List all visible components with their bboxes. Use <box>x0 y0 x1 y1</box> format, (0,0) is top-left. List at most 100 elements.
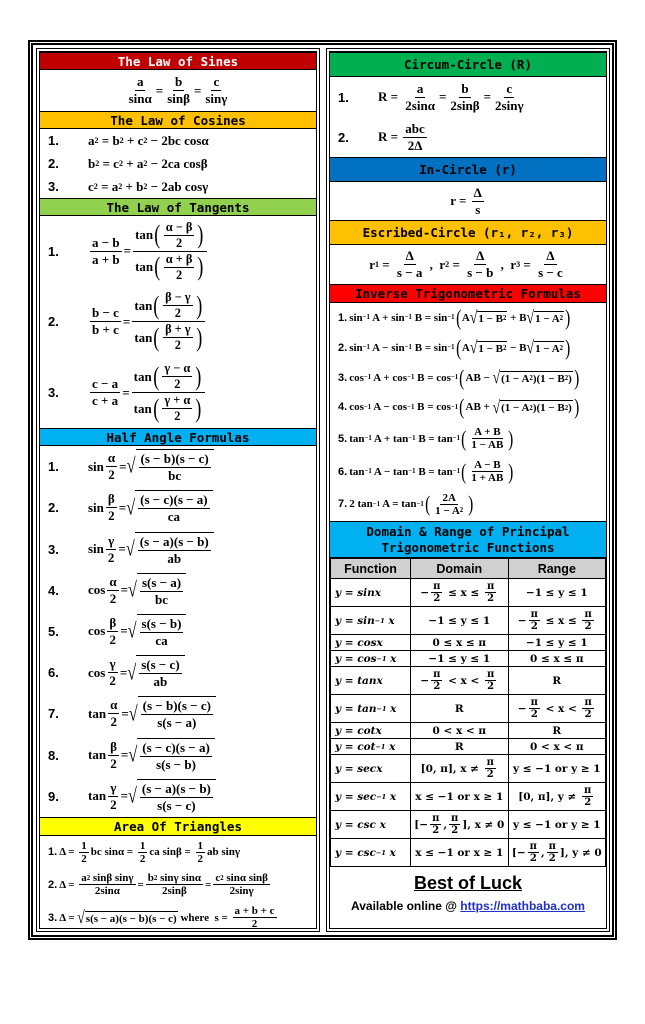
formula-number: 3. <box>48 911 58 924</box>
numerator: a2 sinβ sinγ <box>79 872 136 886</box>
range-cell: R <box>507 722 607 739</box>
math-text: A + tan <box>371 432 409 445</box>
math-text: A − cos <box>371 401 408 414</box>
math-text: Δ <box>473 184 482 200</box>
numerator: π <box>546 841 558 853</box>
math-text: s − c <box>538 265 563 280</box>
denominator: 2 <box>106 550 117 566</box>
law-of-tangents-body: 1. a − ba + b = tan(α − β 2) tan(α + β 2) 2. b −… <box>40 216 316 428</box>
formula-number: 6. <box>338 465 348 478</box>
math-text: tan <box>134 329 153 345</box>
superscript: 2 <box>559 315 564 323</box>
numerator: c <box>504 81 515 98</box>
mathbaba-link[interactable]: https://mathbaba.com <box>460 899 585 913</box>
math-text: ca <box>167 509 181 525</box>
math-group: 1 − B2 <box>478 313 506 325</box>
open-paren: ( <box>424 491 431 517</box>
math-text: 0 < x < π <box>530 740 584 753</box>
table-row: y = tan −1 x R − π 2 < x < π2 <box>330 694 607 723</box>
math-group: 0 ≤ x ≤ π <box>433 637 486 649</box>
superscript: 2 <box>459 507 464 515</box>
numerator: π <box>431 669 443 681</box>
range-cell: −1 ≤ y ≤ 1 <box>507 578 607 607</box>
math-text: 2 <box>108 467 115 483</box>
formula-number: 5. <box>48 623 59 639</box>
numerator: γ − α <box>162 361 193 378</box>
math-text: 0 < x < π <box>432 724 487 737</box>
math-text: sinγ sinα <box>157 872 202 885</box>
range-cell: − π 2 ≤ x ≤ π2 <box>507 606 607 635</box>
math-text: −1 ≤ y ≤ 1 <box>525 636 588 649</box>
table-row: y = cotx 0 < x < π R <box>330 722 607 739</box>
numerator: b <box>459 81 471 98</box>
math-group: a2 sinβ sinγ <box>81 872 133 884</box>
inverse-trig-body: 1. sin −1 A + sin −1 B = sin −1(A √ 1 − B2 + B… <box>330 303 606 521</box>
math-group: cos −1 A − cos −1 B = cos −1(AB + √ (1 − A 2)… <box>349 396 580 418</box>
math-text: γ − α <box>164 361 191 376</box>
math-text: bc <box>155 591 169 607</box>
fraction: α − β2 <box>163 220 195 251</box>
math-text: a <box>416 80 424 96</box>
formula-number: 1. <box>48 846 58 859</box>
denominator: 2 <box>583 709 594 720</box>
superscript: −1 <box>363 374 372 382</box>
square-root: √ (s − c)(s − a) ca <box>126 490 213 525</box>
fraction: γ2 <box>106 533 117 566</box>
radical-sign: √ <box>526 307 535 328</box>
page-frame: The Law of Sines a sinα = b sinβ = c sinγ The L… <box>28 40 617 940</box>
math-text: < x < <box>541 702 581 715</box>
math-text: π <box>584 609 592 620</box>
math-text: s(s − a) <box>141 574 182 590</box>
math-text: = b <box>98 132 120 148</box>
math-group: cos β 2 = √ s(s − b) ca <box>88 613 187 649</box>
parentheses: (α − β 2) <box>153 220 205 251</box>
fraction: c − ac + a <box>90 376 121 409</box>
math-text: A + sin <box>369 311 405 324</box>
formula-number: 8. <box>48 747 59 763</box>
denominator: 2 <box>174 236 184 251</box>
numerator: (s − c)(s − a) <box>140 740 212 757</box>
radicand: (1 − A 2)(1 − B 2) <box>500 400 573 414</box>
math-group: tan −1 A + tan −1 B = tan −1(A + B1 − AB) <box>349 426 514 451</box>
math-text: R = <box>378 129 402 144</box>
math-text: 2 <box>176 267 183 282</box>
math-text: = <box>120 623 128 639</box>
math-text: (s − c)(s − a) <box>140 492 208 508</box>
formula-row: 4. cos −1 A − cos −1 B = cos −1(AB + √ (1 − A… <box>330 396 606 418</box>
math-text: = <box>449 256 464 272</box>
radical-sign: √ <box>469 307 478 328</box>
function-cell: y = tan −1 x <box>330 694 411 723</box>
math-text: b − c <box>92 305 119 321</box>
math-text: A = tan <box>380 498 417 511</box>
inverse-trig-header: Inverse Trigonometric Formulas <box>330 284 606 303</box>
formula-row: 1. a − ba + b = tan(α − β 2) tan(α + β 2) <box>40 220 316 283</box>
math-text: cos <box>349 371 364 384</box>
denominator: ca <box>153 633 169 649</box>
math-text: a − b <box>92 234 120 250</box>
math-text: < x < <box>444 674 483 687</box>
denominator: c + a <box>90 393 120 409</box>
math-group: s(s − a) bc <box>138 575 185 608</box>
fraction: a 2sinα <box>403 81 437 114</box>
superscript: −1 <box>452 435 461 443</box>
numerator: π <box>431 581 443 593</box>
radical-sign: √ <box>492 367 501 387</box>
half-angle-body: 1. sin α 2 = √ (s − b)(s − c) bc 2. sin β 2 = √ (s − c… <box>40 446 316 817</box>
denominator: 2 <box>485 681 496 692</box>
formula-row: 2. sin β 2 = √ (s − c)(s − a) ca <box>40 490 316 525</box>
denominator: s(s − c) <box>155 798 197 814</box>
denominator: s(s − b) <box>154 757 198 773</box>
denominator: 1 − AB <box>469 439 505 451</box>
superscript: −1 <box>404 314 412 322</box>
range-cell: y ≤ −1 or y ≥ 1 <box>507 754 607 783</box>
math-text: sinβ sinγ <box>90 872 134 885</box>
math-text: 1 <box>139 839 146 852</box>
math-group: y = tan −1 x <box>335 703 396 715</box>
law-of-cosines-header: The Law of Cosines <box>40 111 316 129</box>
math-text: γ <box>110 779 117 795</box>
denominator: 2sinγ <box>228 885 256 897</box>
denominator: ca <box>166 509 182 525</box>
fraction: tan(α − β 2) tan(α + β 2) <box>133 220 208 283</box>
formula-number: 9. <box>48 788 59 804</box>
function-cell: y = cosx <box>330 634 411 651</box>
